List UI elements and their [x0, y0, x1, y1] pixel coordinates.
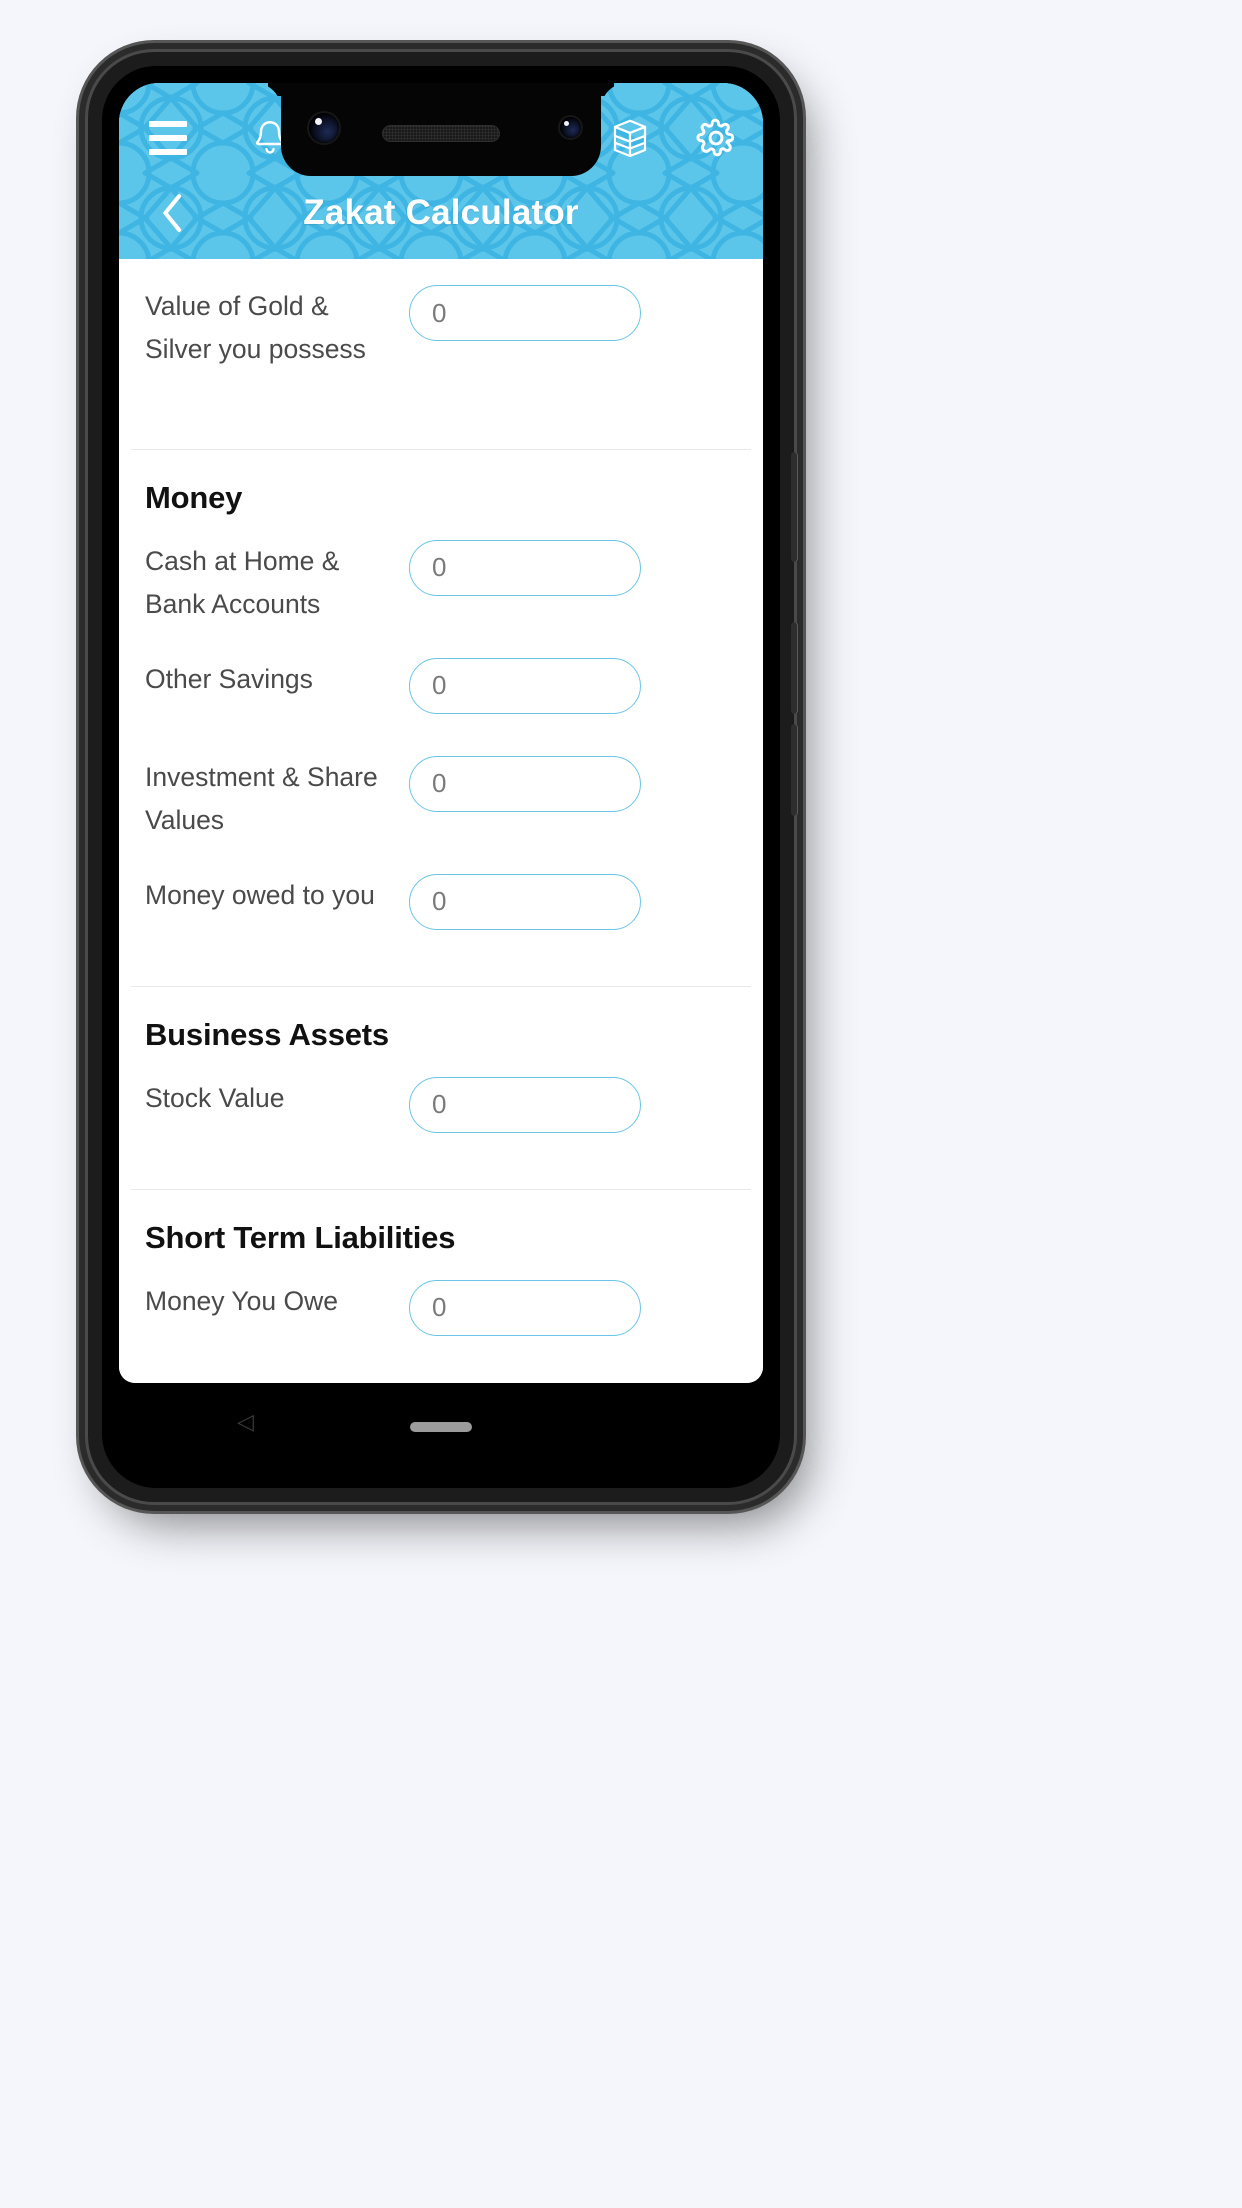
section-heading-business-assets: Business Assets: [145, 1016, 389, 1052]
section-heading-money: Money: [145, 479, 243, 515]
front-camera-icon: [309, 113, 339, 143]
secondary-camera-icon: [560, 117, 581, 138]
zakat-form[interactable]: Value of Gold & Silver you possess Money…: [119, 259, 763, 1383]
form-row: Stock Value: [119, 1061, 763, 1159]
nav-back-glyph[interactable]: ◁: [237, 1409, 254, 1435]
field-label: Other Savings: [145, 663, 313, 694]
gold-silver-value-input[interactable]: [409, 285, 641, 341]
screenshot-root: Zakat Calculator Value of Gold & Silver …: [0, 0, 1242, 2208]
form-section-gold-silver: Value of Gold & Silver you possess: [119, 259, 763, 449]
form-section-business-assets: Business Assets Stock Value: [119, 987, 763, 1189]
field-label: Money You Owe: [145, 1285, 338, 1316]
volume-up-button[interactable]: [791, 622, 798, 714]
field-label: Money owed to you: [145, 879, 375, 910]
phone-device-frame: Zakat Calculator Value of Gold & Silver …: [88, 52, 798, 1502]
phone-screen-bezel: Zakat Calculator Value of Gold & Silver …: [102, 66, 780, 1488]
android-navigation-bar: ◁: [119, 1383, 763, 1471]
home-gesture-pill[interactable]: [410, 1422, 472, 1432]
field-label: Value of Gold & Silver you possess: [145, 291, 366, 364]
hamburger-menu-icon[interactable]: [145, 115, 191, 161]
gear-icon[interactable]: [693, 115, 739, 161]
form-row: Value of Gold & Silver you possess: [119, 259, 763, 387]
kaaba-icon[interactable]: [607, 115, 653, 161]
money-owed-to-you-input[interactable]: [409, 873, 641, 930]
cash-at-home-bank-input[interactable]: [409, 539, 641, 596]
form-row: Investment & Share Values: [119, 740, 763, 858]
field-label: Investment & Share Values: [145, 761, 378, 835]
toolbar-right-group: [607, 115, 739, 161]
field-label: Cash at Home & Bank Accounts: [145, 545, 340, 619]
form-section-money: Money Cash at Home & Bank Accounts Other…: [119, 450, 763, 986]
form-row: Money You Owe: [119, 1264, 763, 1362]
form-row: Money owed to you: [119, 858, 763, 956]
form-row: Cash at Home & Bank Accounts: [119, 524, 763, 642]
header-title-row: Zakat Calculator: [119, 181, 763, 245]
earpiece-speaker: [382, 125, 500, 142]
money-you-owe-input[interactable]: [409, 1279, 641, 1336]
page-title: Zakat Calculator: [303, 193, 579, 232]
stock-value-input[interactable]: [409, 1076, 641, 1133]
display-notch: [281, 83, 601, 176]
investment-share-values-input[interactable]: [409, 755, 641, 812]
section-heading-short-term-liabilities: Short Term Liabilities: [145, 1219, 456, 1255]
form-section-short-term-liabilities: Short Term Liabilities Money You Owe: [119, 1190, 763, 1362]
app-screen: Zakat Calculator Value of Gold & Silver …: [119, 83, 763, 1383]
form-row: Other Savings: [119, 642, 763, 740]
power-button[interactable]: [791, 452, 798, 562]
toolbar-left-group: [145, 115, 293, 161]
volume-down-button[interactable]: [791, 724, 798, 816]
other-savings-input[interactable]: [409, 657, 641, 714]
field-label: Stock Value: [145, 1082, 285, 1113]
